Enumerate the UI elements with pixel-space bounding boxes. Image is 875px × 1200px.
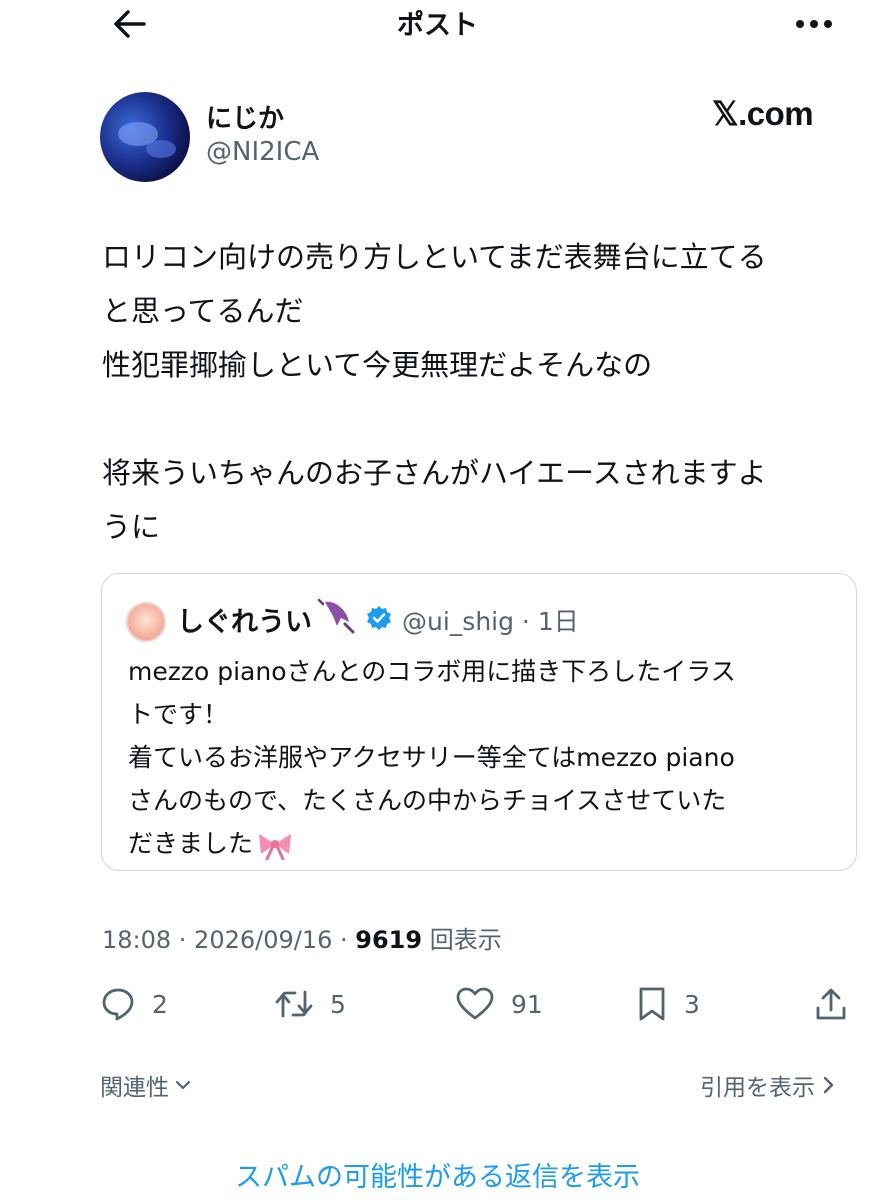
tweet-timestamp: 18:08 · 2026/09/16 · 9619 回表示 bbox=[102, 920, 502, 955]
chevron-right-icon bbox=[823, 1076, 834, 1094]
bookmark-count: 3 bbox=[684, 989, 700, 1019]
share-button[interactable] bbox=[814, 978, 848, 1030]
quoted-author-name: しぐれうい bbox=[177, 607, 312, 638]
views-label: 回表示 bbox=[422, 926, 502, 954]
umbrella-icon bbox=[317, 598, 355, 634]
tweet-actions: 2 5 91 3 bbox=[0, 978, 875, 1030]
repost-button[interactable]: 5 bbox=[274, 978, 346, 1030]
quoted-tweet-text: mezzo pianoさんとのコラボ用に描き下ろしたイラス トです！ 着ているお… bbox=[128, 657, 736, 858]
page-title: ポスト bbox=[397, 10, 478, 41]
like-count: 91 bbox=[511, 989, 543, 1019]
ribbon-bow-icon bbox=[259, 834, 292, 860]
views-count: 9619 bbox=[355, 926, 423, 954]
like-button[interactable]: 91 bbox=[455, 978, 543, 1030]
reply-icon bbox=[102, 988, 134, 1021]
quoted-handle-time: @ui_shig · 1日 bbox=[402, 607, 579, 636]
verified-badge-icon bbox=[367, 606, 391, 630]
reply-button[interactable]: 2 bbox=[100, 978, 168, 1030]
related-label: 関連性 bbox=[100, 1075, 169, 1101]
repost-icon bbox=[275, 990, 313, 1018]
more-options-button[interactable] bbox=[790, 8, 838, 40]
view-quotes-link[interactable]: 引用を表示 bbox=[700, 1068, 835, 1102]
reply-count: 2 bbox=[152, 989, 168, 1019]
quoted-author-avatar bbox=[126, 602, 166, 642]
show-spam-replies-link[interactable]: スパムの可能性がある返信を表示 bbox=[0, 1155, 875, 1194]
bookmark-button[interactable]: 3 bbox=[636, 978, 700, 1030]
x-logo: 𝕏.com bbox=[712, 95, 814, 132]
top-bar: ポスト bbox=[0, 0, 875, 48]
chevron-down-icon bbox=[175, 1080, 191, 1090]
tweet-text: ロリコン向けの売り方しといてまだ表舞台に立てる と思ってるんだ 性犯罪揶揄しとい… bbox=[102, 240, 767, 544]
author-avatar[interactable] bbox=[100, 92, 190, 182]
view-quotes-label: 引用を表示 bbox=[700, 1075, 815, 1101]
share-icon bbox=[816, 988, 846, 1020]
time-date: 18:08 · 2026/09/16 · bbox=[102, 926, 356, 954]
author-display-name[interactable]: にじか bbox=[206, 98, 284, 135]
related-sort-button[interactable]: 関連性 bbox=[100, 1068, 191, 1102]
bookmark-icon bbox=[639, 987, 665, 1021]
author-handle[interactable]: @NI2ICA bbox=[206, 137, 319, 167]
heart-icon bbox=[456, 987, 494, 1020]
quoted-tweet-card[interactable]: しぐれうい @ui_shig · 1日 mezzo pianoさんとのコラボ用に… bbox=[101, 573, 857, 871]
more-horizontal-icon bbox=[796, 20, 832, 28]
repost-count: 5 bbox=[330, 989, 346, 1019]
